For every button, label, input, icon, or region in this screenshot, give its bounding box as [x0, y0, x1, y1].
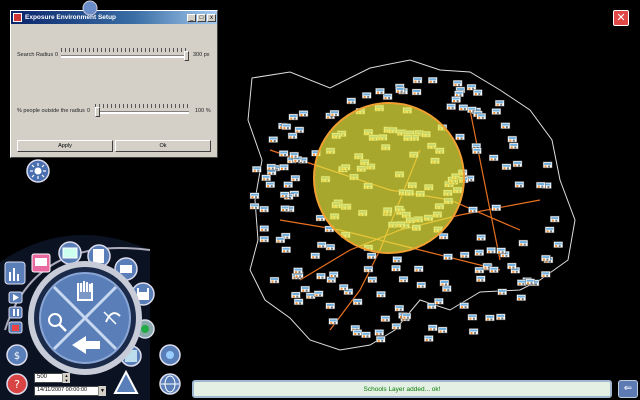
- spin-down-arrow[interactable]: ▼: [63, 378, 70, 383]
- app-logo-icon[interactable]: [82, 0, 98, 16]
- sun-icon[interactable]: [26, 159, 50, 183]
- date-dropdown-button[interactable]: ▼: [98, 386, 106, 396]
- date-input[interactable]: 14/11/2007 00:00:00: [34, 386, 106, 396]
- stop-icon[interactable]: [8, 321, 23, 334]
- navigate-icon[interactable]: [159, 344, 181, 366]
- control-panel: $ ?: [0, 0, 181, 400]
- layers-icon[interactable]: [58, 241, 82, 265]
- chart-icon[interactable]: [4, 261, 26, 285]
- svg-text:?: ?: [14, 378, 20, 391]
- money-icon[interactable]: $: [6, 344, 28, 366]
- navigation-wheel[interactable]: [28, 261, 142, 375]
- svg-text:$: $: [14, 351, 20, 362]
- pink-book-icon[interactable]: [31, 253, 51, 273]
- hand-icon[interactable]: [77, 281, 93, 301]
- help-icon[interactable]: ?: [6, 373, 28, 395]
- globe-icon[interactable]: [159, 373, 181, 395]
- number-spinner[interactable]: ▲ ▼: [62, 373, 70, 383]
- pause-icon[interactable]: [8, 306, 23, 319]
- play-icon[interactable]: [8, 291, 23, 304]
